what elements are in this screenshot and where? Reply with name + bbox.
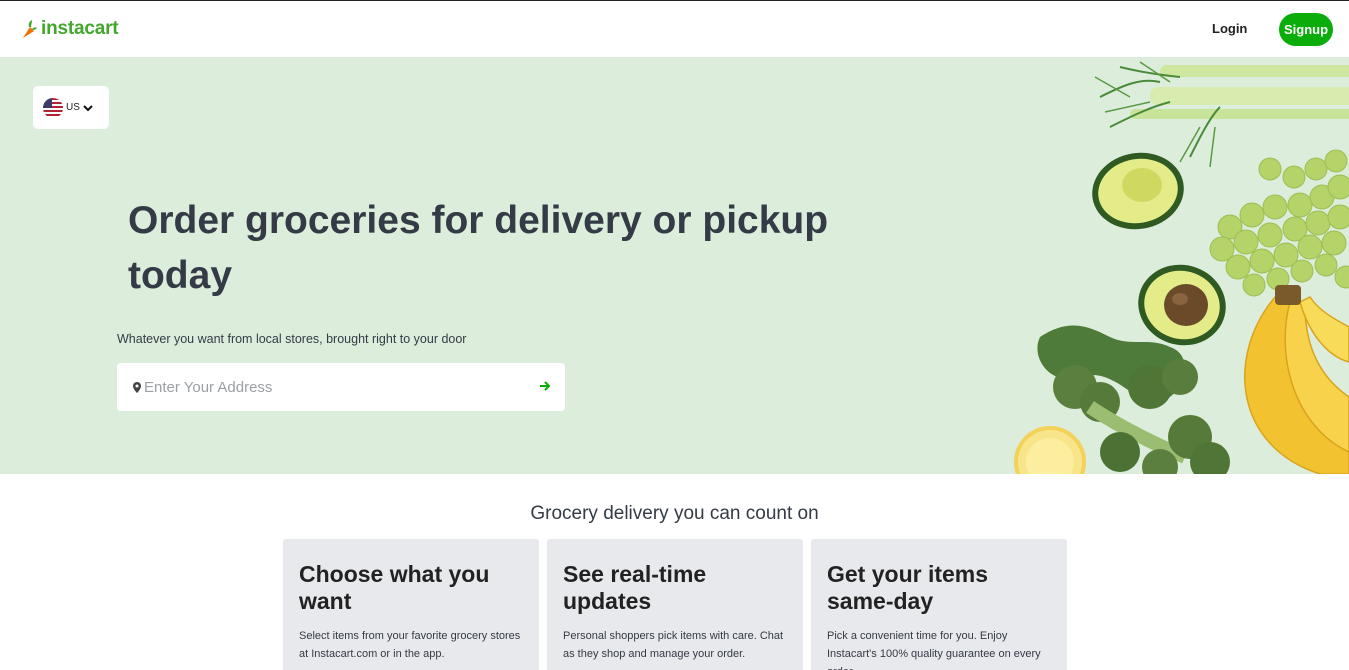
carrot-logo-icon [23, 20, 37, 38]
avocado-half-image [1092, 152, 1184, 230]
country-selector[interactable]: US [33, 86, 109, 129]
feature-card-title: Get your items same-day [827, 561, 989, 614]
hero-banner: US Order groceries for delivery or picku… [0, 57, 1349, 474]
feature-card-text: Personal shoppers pick items with care. … [563, 630, 784, 660]
top-header: instacart Login Signup [0, 1, 1349, 57]
feature-card-title: See real-time updates [563, 561, 707, 614]
feature-card-choose: Choose what you want Select items from y… [283, 539, 539, 670]
grapes-image [1209, 149, 1349, 297]
signup-button[interactable]: Signup [1279, 13, 1333, 46]
chevron-down-icon [83, 104, 93, 111]
address-input[interactable] [144, 372, 524, 402]
logo-text: instacart [41, 18, 119, 39]
location-pin-icon [133, 381, 141, 393]
section-title: Grocery delivery you can count on [530, 503, 819, 524]
login-link[interactable]: Login [1212, 21, 1247, 36]
fennel-image [1094, 61, 1349, 168]
us-flag-icon [43, 97, 63, 118]
feature-card-title: Choose what you want [299, 561, 490, 614]
country-code: US [66, 102, 80, 113]
bananas-image [1244, 285, 1349, 474]
produce-image [1014, 61, 1349, 474]
hero-title: Order groceries for delivery or pickup t… [128, 199, 829, 297]
feature-card-text: Pick a convenient time for you. Enjoy In… [827, 630, 1041, 670]
instacart-logo[interactable]: instacart [20, 18, 119, 40]
feature-card-text: Select items from your favorite grocery … [299, 630, 521, 660]
address-search-box [117, 363, 565, 411]
avocado-pit-image [1138, 264, 1226, 346]
hero-subtitle: Whatever you want from local stores, bro… [117, 332, 467, 346]
feature-card-updates: See real-time updates Personal shoppers … [547, 539, 803, 670]
feature-card-same-day: Get your items same-day Pick a convenien… [811, 539, 1067, 670]
lemon-slice-image [1014, 426, 1086, 474]
arrow-right-icon[interactable] [539, 380, 551, 392]
